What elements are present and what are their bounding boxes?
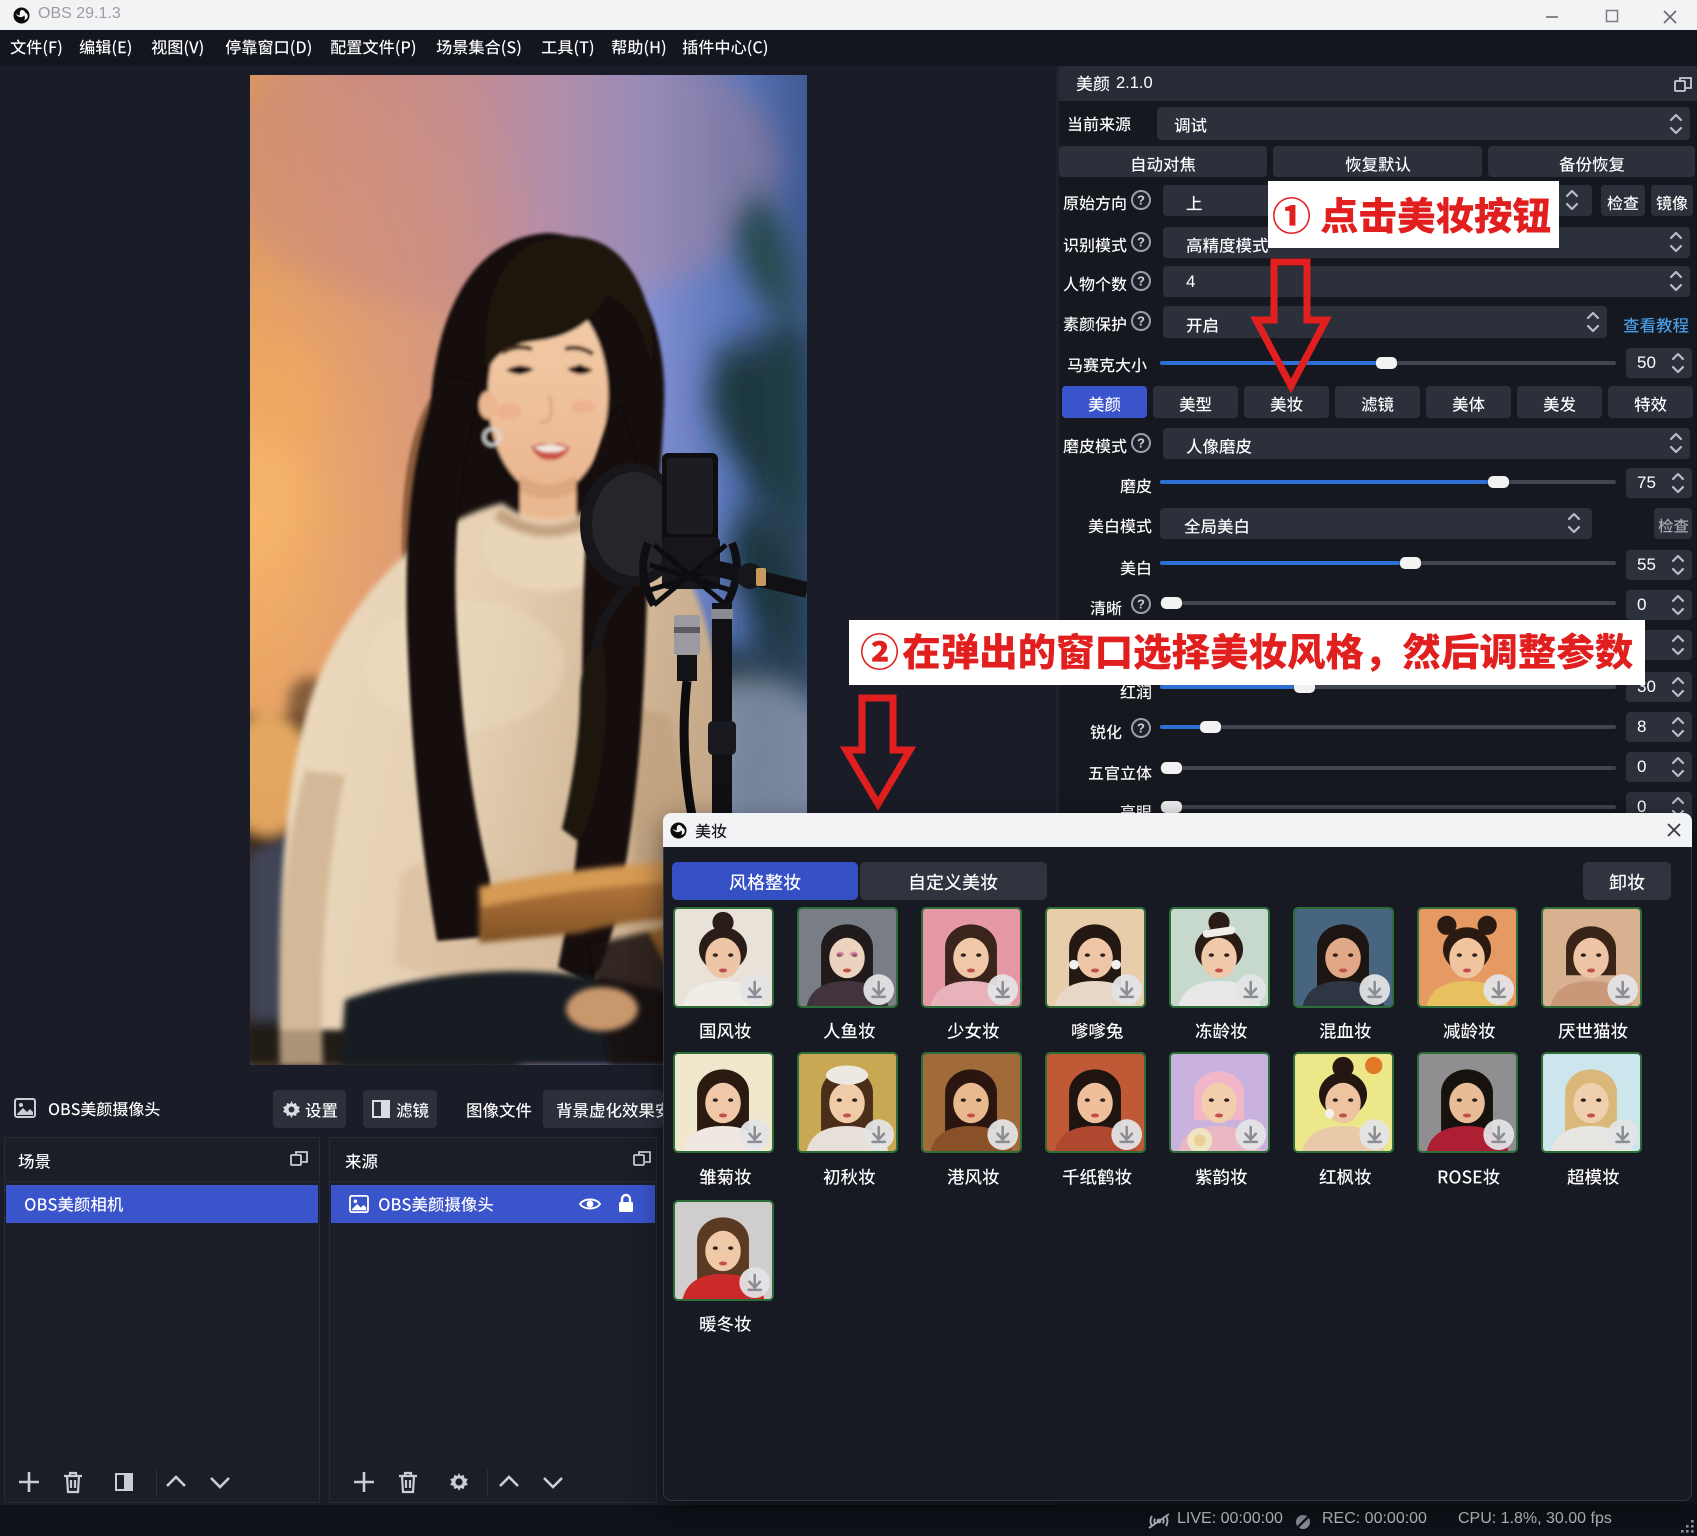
svg-text:?: ?: [1137, 193, 1145, 208]
svg-text:?: ?: [1137, 235, 1145, 250]
svg-text:?: ?: [1137, 721, 1145, 736]
svg-text:?: ?: [1137, 597, 1145, 612]
svg-text:?: ?: [1137, 436, 1145, 451]
svg-text:?: ?: [1137, 274, 1145, 289]
svg-text:?: ?: [1137, 314, 1145, 329]
